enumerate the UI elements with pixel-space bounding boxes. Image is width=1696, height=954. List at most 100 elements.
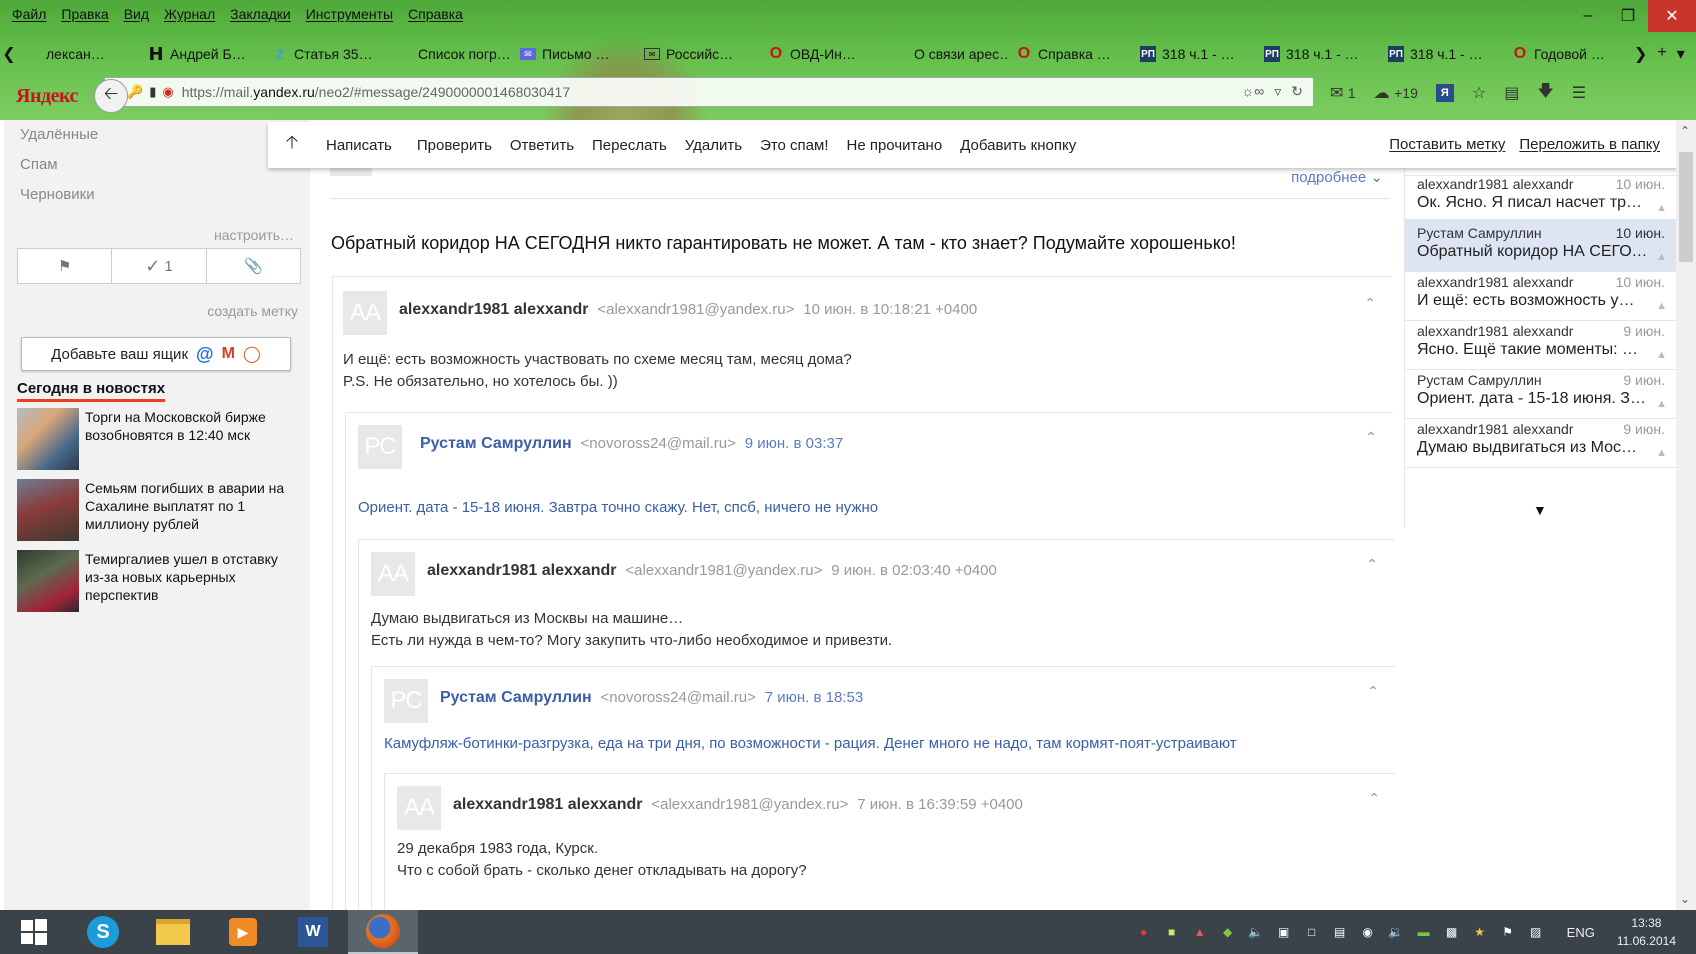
menu-edit[interactable]: Правка	[61, 6, 108, 28]
update-icon[interactable]: ★	[1471, 924, 1489, 940]
url-text[interactable]: https://mail.yandex.ru/neo2/#message/249…	[182, 84, 570, 100]
flag-filter[interactable]: ⚑	[18, 249, 113, 283]
forward-button[interactable]: Переслать	[583, 137, 676, 154]
sender-name[interactable]: Рустам Самруллин	[440, 689, 592, 706]
menu-bookmarks[interactable]: Закладки	[230, 6, 291, 28]
check-button[interactable]: Проверить	[408, 137, 501, 154]
network-icon[interactable]: ▣	[1275, 924, 1293, 940]
news-item[interactable]: Семьям погибших в аварии на Сахалине вып…	[17, 479, 297, 541]
browser-tab[interactable]: РП 318 ч.1 - …	[1134, 41, 1258, 67]
explorer-taskbar-button[interactable]	[138, 910, 208, 954]
firefox-taskbar-button[interactable]	[348, 910, 418, 954]
browser-tab[interactable]: О связи арес…	[886, 41, 1010, 67]
news-item[interactable]: Темиргалиев ушел в отставку из-за новых …	[17, 550, 297, 612]
thread-item[interactable]: alexxandr1981 alexxandr 9 июн. Ясно. Ещё т…	[1405, 317, 1677, 370]
chart-icon[interactable]: ▲	[1191, 924, 1209, 940]
weather-icon[interactable]: ☁ +19	[1374, 83, 1418, 103]
signal-icon[interactable]: ▩	[1443, 924, 1461, 940]
yandex-bar-icon[interactable]: Я	[1435, 84, 1454, 102]
reply-button[interactable]: Ответить	[501, 137, 583, 154]
sync-icon[interactable]: ▨	[1527, 924, 1545, 940]
browser-tab[interactable]: О Справка …	[1010, 41, 1134, 67]
add-mailbox-button[interactable]: Добавьте ваш ящик @ M ◯	[21, 337, 291, 371]
delete-button[interactable]: Удалить	[676, 137, 751, 154]
sender-name[interactable]: Рустам Самруллин	[420, 435, 572, 452]
car-icon[interactable]: ●	[1135, 924, 1153, 940]
pin-icon[interactable]: ▲	[1656, 349, 1667, 361]
back-to-list-icon[interactable]: 🡡	[272, 130, 312, 160]
tab-scroll-left-icon[interactable]: ❮	[0, 44, 18, 64]
folder-spam[interactable]: Спам	[20, 156, 58, 173]
tab-scroll-right-icon[interactable]: ❯	[1634, 44, 1647, 64]
clock[interactable]: 13:38 11.06.2014	[1617, 914, 1676, 950]
close-button[interactable]: ✕	[1648, 0, 1696, 32]
browser-tab[interactable]: ✉ Письмо …	[514, 41, 638, 67]
browser-tab[interactable]: О ОВД-Ин…	[762, 41, 886, 67]
reader-icon[interactable]: ☼∞	[1241, 83, 1264, 100]
pin-icon[interactable]: ▲	[1656, 398, 1667, 410]
folder-deleted[interactable]: Удалённые	[20, 126, 98, 143]
news-item[interactable]: Торги на Московской бирже возобновятся в…	[17, 408, 297, 470]
menu-tools[interactable]: Инструменты	[306, 6, 393, 28]
speaker-icon[interactable]: 🔈	[1247, 924, 1265, 940]
shield-icon[interactable]: ◆	[1219, 924, 1237, 940]
thread-item[interactable]: alexxandr1981 alexxandr 10 июн. Ок. Ясно. …	[1405, 170, 1677, 223]
pin-icon[interactable]: ▲	[1656, 447, 1667, 459]
yandex-logo[interactable]: Яндекс	[0, 85, 82, 108]
set-label-button[interactable]: Поставить метку	[1389, 136, 1505, 153]
thread-item[interactable]: Рустам Самруллин 10 июн. Обратный коридор …	[1405, 219, 1677, 272]
news-title[interactable]: Сегодня в новостях	[17, 380, 166, 402]
expand-down-icon[interactable]: ▼	[1533, 502, 1547, 518]
folder-drafts[interactable]: Черновики	[20, 186, 95, 203]
notes-icon[interactable]: ■	[1163, 924, 1181, 940]
scroll-up-icon[interactable]: ⌃	[1680, 124, 1690, 138]
browser-tab[interactable]: лексан…	[18, 41, 142, 67]
back-button[interactable]: 🡠	[94, 79, 128, 113]
add-button-button[interactable]: Добавить кнопку	[951, 137, 1085, 154]
flag-icon[interactable]: ⚑	[1499, 924, 1517, 940]
sender-name[interactable]: alexxandr1981 alexxandr	[453, 796, 642, 813]
menu-help[interactable]: Справка	[408, 6, 463, 28]
start-button[interactable]	[0, 910, 68, 954]
bookmarks-icon[interactable]: ▤	[1504, 83, 1519, 103]
sender-name[interactable]: alexxandr1981 alexxandr	[427, 562, 616, 579]
browser-tab[interactable]: РП 318 ч.1 - …	[1382, 41, 1506, 67]
skype-taskbar-button[interactable]: S	[68, 910, 138, 954]
download-icon[interactable]: 🡇	[1537, 80, 1553, 107]
menu-icon[interactable]: ☰	[1572, 83, 1586, 103]
mail-icon[interactable]: ✉ 1	[1330, 83, 1356, 103]
create-label-link[interactable]: создать метку	[207, 303, 298, 319]
move-to-folder-button[interactable]: Переложить в папку	[1519, 136, 1660, 153]
browser-tab[interactable]: О Годовой …	[1506, 41, 1630, 67]
unread-button[interactable]: Не прочитано	[838, 137, 952, 154]
collapse-icon[interactable]: ⌃	[1367, 683, 1379, 700]
attachment-filter[interactable]: 📎	[207, 249, 300, 283]
menu-file[interactable]: Файл	[12, 6, 46, 28]
menu-view[interactable]: Вид	[124, 6, 149, 28]
read-filter[interactable]: ✓ 1	[112, 249, 207, 283]
battery-icon[interactable]: ▬	[1415, 924, 1433, 940]
star-icon[interactable]: ☆	[1472, 83, 1486, 103]
scroll-down-icon[interactable]: ⌄	[1680, 892, 1690, 906]
browser-tab[interactable]: ✉ Российс…	[638, 41, 762, 67]
browser-tab[interactable]: Z Статья 35…	[266, 41, 390, 67]
player-taskbar-button[interactable]: ▶	[208, 910, 278, 954]
collapse-icon[interactable]: ⌃	[1364, 295, 1376, 312]
pin-icon[interactable]: ▲	[1656, 251, 1667, 263]
browser-tab[interactable]: РП 318 ч.1 - …	[1258, 41, 1382, 67]
monitor-icon[interactable]: □	[1303, 924, 1321, 940]
thread-item[interactable]: alexxandr1981 alexxandr 10 июн. И ещё: ест…	[1405, 268, 1677, 321]
language-indicator[interactable]: ENG	[1567, 925, 1595, 940]
collapse-icon[interactable]: ⌃	[1368, 790, 1380, 807]
thread-item[interactable]: alexxandr1981 alexxandr 9 июн. Думаю выдви…	[1405, 415, 1677, 468]
pin-icon[interactable]: ▲	[1656, 300, 1667, 312]
scroll-thumb[interactable]	[1679, 152, 1693, 262]
compose-button[interactable]: Написать	[312, 137, 408, 154]
new-tab-icon[interactable]: +	[1657, 44, 1666, 64]
menu-history[interactable]: Журнал	[164, 6, 215, 28]
dropdown-icon[interactable]: ▿	[1274, 83, 1281, 100]
word-taskbar-button[interactable]: W	[278, 910, 348, 954]
browser-tab[interactable]: Список погр…	[390, 41, 514, 67]
reload-icon[interactable]: ↻	[1291, 83, 1303, 100]
minimize-button[interactable]: –	[1568, 0, 1608, 32]
